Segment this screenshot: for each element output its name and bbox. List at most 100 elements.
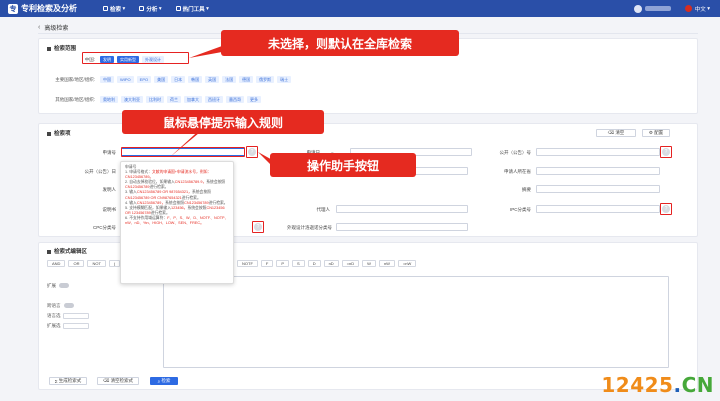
eraser-icon: ⌫ xyxy=(607,130,616,135)
op-not[interactable]: NOT xyxy=(87,260,106,267)
op-or[interactable]: OR xyxy=(68,260,85,267)
agent-input[interactable] xyxy=(336,205,468,213)
app-no-tooltip: 申请号 1. 申请号格式：文献的申请国+申请流水号，例如：CN123456789… xyxy=(120,161,234,284)
app-logo[interactable]: 专 专利检索及分析 xyxy=(8,3,77,14)
annotation-hover-tip: 鼠标悬停提示输入规则 xyxy=(122,110,324,134)
chip-us[interactable]: 美国 xyxy=(154,76,169,83)
chip-ch[interactable]: 瑞士 xyxy=(277,76,292,83)
source-lang-label: 语言选 xyxy=(47,313,61,318)
generate-query-button[interactable]: Σ 生成检索式 xyxy=(49,377,87,385)
chip-mx[interactable]: 墨西哥 xyxy=(226,96,244,103)
expand-select-label: 扩展选 xyxy=(47,323,61,328)
chip-nl[interactable]: 荷兰 xyxy=(167,96,181,103)
config-button[interactable]: ⚙ 配置 xyxy=(642,129,670,137)
chip-au[interactable]: 澳大利亚 xyxy=(121,96,143,103)
cpc-label: CPC分类号 xyxy=(92,225,116,230)
design-cls-input[interactable] xyxy=(336,223,468,231)
chip-jp[interactable]: 日本 xyxy=(171,76,186,83)
agent-label: 代理人 xyxy=(316,207,331,212)
top-navbar: 专 专利检索及分析 检索 ▾ 分析 ▾ 热门工具 ▾ 中文 ▾ xyxy=(0,0,720,17)
op-f[interactable]: F xyxy=(260,260,274,267)
abstract-label: 摘要 xyxy=(522,187,531,192)
op-p[interactable]: P xyxy=(276,260,290,267)
chip-gb[interactable]: 英国 xyxy=(205,76,220,83)
tooltip-line-1: 1. 申请号格式：文献的申请国+申请流水号，例如：CN123456789。 xyxy=(125,170,212,180)
applicant-addr-input[interactable] xyxy=(536,167,660,175)
query-textarea[interactable] xyxy=(163,276,669,368)
tooltip-line-3: 3. 输入CN123456789 OR 987654321，系统会按照CN123… xyxy=(125,190,211,200)
site-watermark: 12425.CN xyxy=(601,373,714,397)
op-and[interactable]: AND xyxy=(47,260,66,267)
expand-select[interactable] xyxy=(63,323,89,329)
chip-be[interactable]: 比利时 xyxy=(146,96,164,103)
chip-epo[interactable]: EPO xyxy=(136,76,152,83)
pub-no-input[interactable] xyxy=(536,148,660,156)
nav-item-search[interactable]: 检索 ▾ xyxy=(103,5,125,13)
source-lang-select[interactable] xyxy=(63,313,89,319)
cross-lang-toggle[interactable] xyxy=(63,303,74,309)
operator-row-left: AND OR NOT ( xyxy=(47,260,123,267)
op-d[interactable]: D xyxy=(307,260,321,267)
search-button[interactable]: ⌕ 检索 xyxy=(150,377,178,385)
search-fields-title: 检索项 xyxy=(47,129,71,137)
highlight-help-cpc xyxy=(252,221,264,233)
highlight-help-ipc xyxy=(660,203,672,215)
op-notf[interactable]: NOTF xyxy=(237,260,258,267)
chip-at[interactable]: 奥地利 xyxy=(100,96,118,103)
op-s[interactable]: S xyxy=(292,260,305,267)
op-paren-open[interactable]: ( xyxy=(108,260,121,267)
clear-fields-button[interactable]: ⌫ 清空 xyxy=(596,129,636,137)
language-selector[interactable]: 中文 xyxy=(695,5,706,13)
pub-date-label: 公开（公告）日 xyxy=(84,169,117,174)
chip-ca[interactable]: 加拿大 xyxy=(184,96,202,103)
tooltip-line-5: 5. 支持模糊匹配，如果输入123456，系统会按照CN123456 OR 12… xyxy=(125,205,225,215)
op-nw[interactable]: nW xyxy=(378,260,395,267)
chip-kr[interactable]: 韩国 xyxy=(188,76,203,83)
op-eq-nw[interactable]: =nW xyxy=(397,260,417,267)
expand-toggle-row: 扩展 xyxy=(47,283,69,289)
chip-ru[interactable]: 俄罗斯 xyxy=(256,76,275,83)
other-country-row: 其他国家/地区/组织: 奥地利 澳大利亚 比利时 荷兰 加拿大 西班牙 墨西哥 … xyxy=(39,96,264,103)
chip-wipo[interactable]: WIPO xyxy=(117,76,134,83)
applicant-addr-label: 申请人所在省 xyxy=(504,169,531,174)
chip-de[interactable]: 德国 xyxy=(239,76,254,83)
ipc-label: IPC分类号 xyxy=(509,207,531,212)
ipc-input[interactable] xyxy=(536,205,660,213)
chip-es[interactable]: 西班牙 xyxy=(205,96,223,103)
op-w[interactable]: W xyxy=(362,260,376,267)
filter-icon xyxy=(47,46,51,51)
list-icon xyxy=(47,131,51,136)
clear-query-button[interactable]: ⌫ 清空检索式 xyxy=(97,377,139,385)
pub-no-label: 公开（公告）号 xyxy=(499,150,532,155)
avatar[interactable] xyxy=(633,4,642,13)
scope-title: 检索范围 xyxy=(47,44,76,52)
desc-label: 说明书 xyxy=(102,207,117,212)
chip-more[interactable]: 更多 xyxy=(247,96,261,103)
search-icon xyxy=(103,6,108,11)
op-eq-nd[interactable]: =nD xyxy=(341,260,360,267)
editor-title: 检索式编辑区 xyxy=(47,247,87,255)
major-country-row: 主要国家/地区/组织: 中国 WIPO EPO 美国 日本 韩国 英国 法国 德… xyxy=(39,76,294,83)
design-cls-label: 外观设计洛迦诺分类号 xyxy=(287,225,332,230)
nav-item-tools[interactable]: 热门工具 ▾ xyxy=(175,5,209,13)
edit-icon xyxy=(47,249,51,254)
user-area: 中文 ▾ xyxy=(633,0,710,17)
tools-icon xyxy=(175,6,181,11)
abstract-input[interactable] xyxy=(536,185,660,193)
chart-icon xyxy=(139,6,145,11)
nav-item-analysis[interactable]: 分析 ▾ xyxy=(139,5,162,13)
annotation-default-scope: 未选择，则默认在全库检索 xyxy=(221,30,459,56)
main-nav: 检索 ▾ 分析 ▾ 热门工具 ▾ xyxy=(103,5,223,13)
chip-fr[interactable]: 法国 xyxy=(222,76,237,83)
back-icon[interactable]: ‹ xyxy=(38,24,40,31)
expand-toggle[interactable] xyxy=(59,283,69,289)
tooltip-line-2: 2. 自动去掉校验位，如果输入CN123456789.9，系统会按照CN1234… xyxy=(125,180,226,190)
username-redacted xyxy=(644,6,671,11)
highlight-app-no-input xyxy=(121,147,245,157)
chip-cn[interactable]: 中国 xyxy=(100,76,114,83)
page-title: 高级检索 xyxy=(44,26,69,32)
op-nd[interactable]: nD xyxy=(323,260,339,267)
tooltip-line-6: 6. 不支持作用域运算符：F、P、S、W、D、NOTF、NOTP、nW、nD、%… xyxy=(125,215,229,226)
app-no-label: 申请号 xyxy=(102,150,117,155)
annotation-helper-button: 操作助手按钮 xyxy=(270,153,416,177)
